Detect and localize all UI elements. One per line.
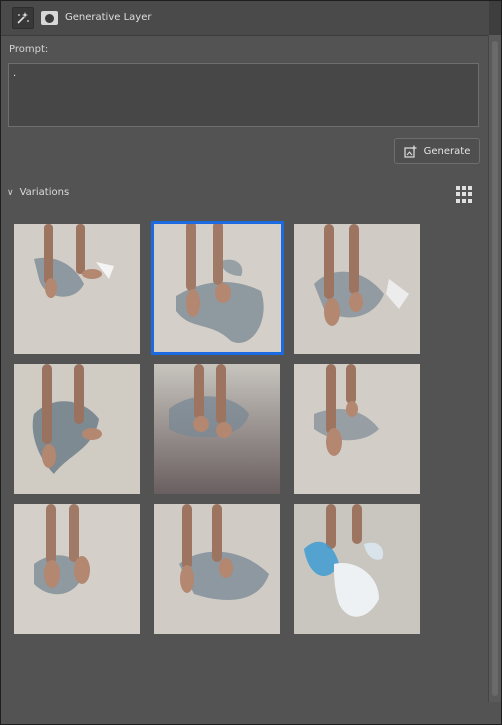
generate-plus-icon (404, 145, 417, 158)
prompt-input[interactable]: . (8, 63, 479, 127)
scrollbar-thumb[interactable] (492, 41, 498, 696)
variation-thumbnail-6[interactable] (294, 364, 420, 494)
layer-mask-icon[interactable] (38, 7, 60, 29)
variation-thumbnail-3[interactable] (294, 224, 420, 354)
panel-title: Generative Layer (65, 12, 152, 23)
variation-thumbnail-9[interactable] (294, 504, 420, 634)
variation-thumbnail-8[interactable] (154, 504, 280, 634)
variations-section-toggle[interactable]: ∨ Variations (7, 187, 69, 198)
header-corner (489, 1, 501, 35)
panel-header: Generative Layer (1, 1, 489, 36)
variations-label: Variations (19, 187, 70, 198)
variation-thumbnail-7[interactable] (14, 504, 140, 634)
prompt-label: Prompt: (9, 44, 49, 55)
chevron-down-icon: ∨ (7, 187, 14, 198)
vertical-scrollbar[interactable] (488, 35, 501, 702)
generate-button[interactable]: Generate (394, 138, 480, 164)
generative-layer-panel: Generative Layer Prompt: . Generate ∨ Va… (0, 0, 502, 725)
variation-thumbnail-4[interactable] (14, 364, 140, 494)
variation-thumbnail-5[interactable] (154, 364, 280, 494)
grid-view-icon[interactable] (456, 186, 473, 203)
generate-button-label: Generate (423, 145, 471, 157)
variation-thumbnail-2[interactable] (151, 221, 284, 355)
variation-thumbnail-1[interactable] (14, 224, 140, 354)
generative-fill-icon[interactable] (12, 7, 34, 29)
